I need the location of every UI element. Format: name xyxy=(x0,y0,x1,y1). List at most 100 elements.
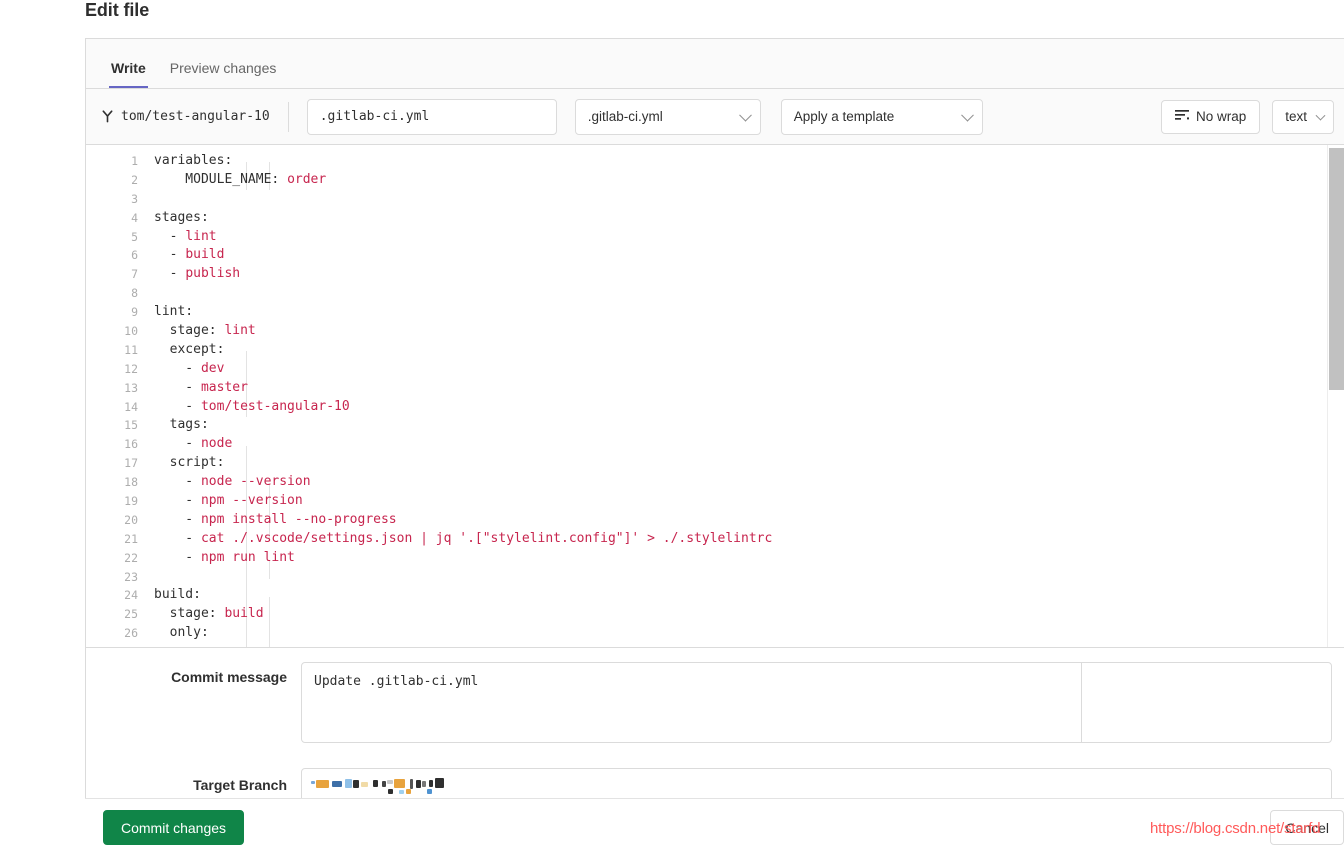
yaml-value: build xyxy=(224,606,264,622)
line-content: - lint xyxy=(154,228,217,244)
line-content: tags: xyxy=(154,417,209,433)
yaml-value: cat ./.vscode/settings.json | jq '.["sty… xyxy=(200,530,773,546)
line-number: 4 xyxy=(131,210,138,225)
code-line: 12 - dev xyxy=(86,360,1344,379)
code-line: 23 xyxy=(86,568,1344,587)
code-line: 19 - npm --version xyxy=(86,492,1344,511)
branch-fork-icon xyxy=(102,110,113,123)
code-lines[interactable]: 1 variables: 2 MODULE_NAME: order 3 4 stages:… xyxy=(86,152,1344,647)
line-content: - npm install --no-progress xyxy=(154,511,397,527)
line-number: 21 xyxy=(124,531,138,546)
line-content: - dev xyxy=(154,360,225,376)
edit-file-page: Edit file Write Preview changes tom/test… xyxy=(0,0,1344,851)
line-content: script: xyxy=(154,455,225,471)
branch-name: tom/test-angular-10 xyxy=(121,109,270,124)
commit-message-row: Commit message xyxy=(86,660,1344,748)
code-line: 5 - lint xyxy=(86,228,1344,247)
commit-changes-button[interactable]: Commit changes xyxy=(103,810,245,845)
template-select[interactable]: Apply a template xyxy=(780,98,983,135)
tab-bar: Write Preview changes xyxy=(86,39,1344,89)
line-content: - publish xyxy=(154,266,241,282)
no-wrap-button[interactable]: No wrap xyxy=(1160,99,1261,134)
commit-message-input[interactable] xyxy=(301,662,1332,743)
line-number: 15 xyxy=(124,418,138,433)
line-number: 25 xyxy=(124,607,138,622)
watermark: https://blog.csdn.net/starfd xyxy=(1150,820,1321,837)
yaml-value: order xyxy=(287,171,327,187)
line-number: 5 xyxy=(131,229,138,244)
line-content: stages: xyxy=(154,209,209,225)
line-content: - node --version xyxy=(154,474,311,490)
editor-toolbar: tom/test-angular-10 .gitlab-ci.yml Apply… xyxy=(86,89,1344,145)
line-number: 8 xyxy=(131,286,138,301)
code-editor[interactable]: 1 variables: 2 MODULE_NAME: order 3 4 stages:… xyxy=(86,145,1344,648)
target-branch-label: Target Branch xyxy=(193,777,287,793)
yaml-value: lint xyxy=(224,323,256,339)
no-wrap-label: No wrap xyxy=(1195,109,1247,124)
line-content: - npm run lint xyxy=(154,549,295,565)
yaml-value: master xyxy=(200,379,248,395)
yaml-value: tom/test-angular-10 xyxy=(200,398,350,414)
line-number: 17 xyxy=(124,456,138,471)
line-number: 20 xyxy=(124,512,138,527)
line-content: - cat ./.vscode/settings.json | jq '.["s… xyxy=(154,530,773,546)
line-number: 10 xyxy=(124,324,138,339)
code-line: 22 - npm run lint xyxy=(86,549,1344,568)
toolbar-right-group: No wrap text xyxy=(1160,99,1334,134)
line-number: 1 xyxy=(131,154,138,168)
code-line: 20 - npm install --no-progress xyxy=(86,511,1344,530)
line-number: 7 xyxy=(131,267,138,282)
mode-select[interactable]: text xyxy=(1272,99,1334,134)
tab-write[interactable]: Write xyxy=(99,61,158,88)
line-number: 16 xyxy=(124,437,138,452)
line-content: - master xyxy=(154,379,248,395)
line-content: stage: lint xyxy=(154,323,256,339)
line-content: - tom/test-angular-10 xyxy=(154,398,350,414)
yaml-value: build xyxy=(185,247,225,263)
code-line: 9 lint: xyxy=(86,303,1344,322)
chevron-down-icon xyxy=(738,108,752,122)
line-number: 9 xyxy=(131,305,138,320)
yaml-value: npm --version xyxy=(200,493,303,509)
code-line: 14 - tom/test-angular-10 xyxy=(86,398,1344,417)
line-content: - npm --version xyxy=(154,493,303,509)
yaml-value: node xyxy=(200,436,233,452)
commit-message-divider xyxy=(1081,662,1082,743)
chevron-down-icon xyxy=(1315,110,1326,121)
code-line: 26 only: xyxy=(86,624,1344,643)
filetype-select[interactable]: .gitlab-ci.yml xyxy=(574,98,761,135)
commit-form: Commit message Target Branch xyxy=(86,648,1344,804)
yaml-value: npm run lint xyxy=(200,549,295,565)
template-select-value: Apply a template xyxy=(793,109,895,124)
target-branch-redacted-overlay xyxy=(311,776,451,798)
tab-preview-changes[interactable]: Preview changes xyxy=(158,61,289,88)
edit-file-panel: Write Preview changes tom/test-angular-1… xyxy=(85,38,1344,804)
line-content: except: xyxy=(154,341,225,357)
line-number: 22 xyxy=(124,550,138,565)
line-content: - node xyxy=(154,436,233,452)
wrap-lines-icon xyxy=(1174,109,1189,124)
filename-input[interactable] xyxy=(306,98,557,135)
mode-select-value: text xyxy=(1285,109,1307,124)
line-number: 2 xyxy=(131,172,138,187)
page-title: Edit file xyxy=(85,0,150,20)
code-line: 21 - cat ./.vscode/settings.json | jq '.… xyxy=(86,530,1344,549)
line-number: 24 xyxy=(124,588,138,603)
branch-indicator: tom/test-angular-10 xyxy=(102,101,289,132)
line-content: lint: xyxy=(154,304,194,320)
line-number: 12 xyxy=(124,361,138,376)
yaml-value: lint xyxy=(185,228,217,244)
editor-scrollbar-thumb[interactable] xyxy=(1329,148,1344,390)
code-line: 7 - publish xyxy=(86,265,1344,284)
commit-message-label: Commit message xyxy=(171,669,287,685)
code-line: 11 except: xyxy=(86,341,1344,360)
code-line: 6 - build xyxy=(86,246,1344,265)
line-number: 18 xyxy=(124,475,138,490)
yaml-value: dev xyxy=(200,360,225,376)
code-line: 25 stage: build xyxy=(86,605,1344,624)
line-content: stage: build xyxy=(154,606,264,622)
editor-scrollbar[interactable] xyxy=(1327,145,1344,647)
code-line: 24 build: xyxy=(86,586,1344,605)
chevron-down-icon xyxy=(960,108,974,122)
line-content: MODULE_NAME: order xyxy=(154,171,327,187)
